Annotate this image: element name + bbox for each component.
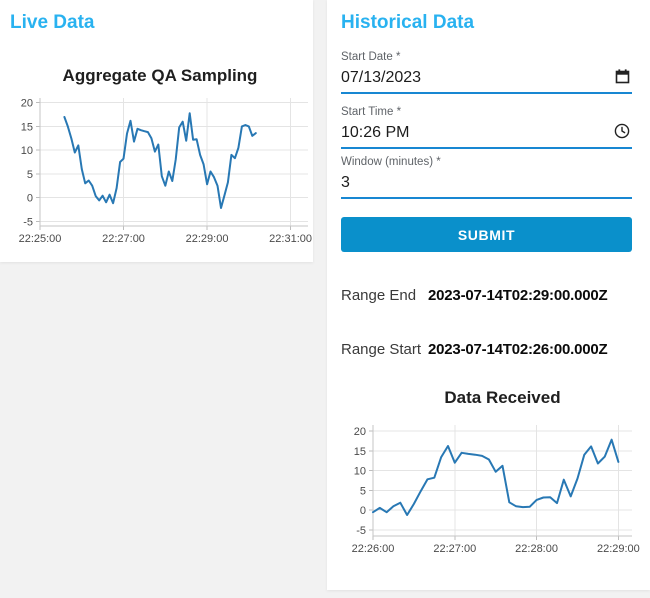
start-date-field: Start Date *	[341, 50, 632, 94]
svg-text:22:31:00: 22:31:00	[269, 233, 312, 245]
svg-text:22:26:00: 22:26:00	[352, 543, 395, 555]
start-date-label: Start Date *	[341, 51, 401, 63]
calendar-icon[interactable]	[615, 69, 630, 84]
historical-data-panel: Historical Data Start Date * Start Time …	[327, 0, 650, 590]
svg-text:-5: -5	[23, 216, 33, 228]
range-start-row: Range Start 2023-07-14T02:26:00.000Z	[341, 341, 608, 358]
range-end-row: Range End 2023-07-14T02:29:00.000Z	[341, 287, 608, 304]
svg-text:5: 5	[27, 169, 33, 181]
svg-text:22:27:00: 22:27:00	[433, 543, 476, 555]
svg-text:20: 20	[354, 426, 366, 438]
svg-text:22:29:00: 22:29:00	[597, 543, 640, 555]
start-time-field: Start Time *	[341, 105, 632, 149]
svg-text:20: 20	[21, 98, 33, 110]
live-chart-title: Aggregate QA Sampling	[62, 66, 258, 85]
historical-data-section-title: Historical Data	[341, 12, 475, 33]
window-minutes-input[interactable]	[341, 174, 601, 192]
live-data-panel: Live Data Aggregate QA Sampling -5 0 5 10 15…	[0, 0, 313, 262]
svg-text:5: 5	[360, 485, 366, 497]
svg-text:22:28:00: 22:28:00	[515, 543, 558, 555]
svg-text:-5: -5	[356, 525, 366, 537]
window-minutes-label: Window (minutes) *	[341, 156, 441, 168]
svg-text:0: 0	[27, 193, 33, 205]
data-received-chart-title: Data Received	[444, 388, 561, 407]
svg-text:10: 10	[354, 466, 366, 478]
submit-button[interactable]: SUBMIT	[341, 217, 632, 252]
range-end-label: Range End	[341, 287, 417, 304]
svg-text:22:27:00: 22:27:00	[102, 233, 145, 245]
range-end-value: 2023-07-14T02:29:00.000Z	[428, 287, 608, 304]
start-date-input[interactable]	[341, 69, 601, 87]
clock-icon[interactable]	[614, 123, 630, 139]
range-start-value: 2023-07-14T02:26:00.000Z	[428, 341, 608, 358]
data-received-chart: -5 0 5 10 15 20 22:26:00 22:27:00 22:28:00 22:29:…	[352, 425, 640, 555]
aggregate-qa-sampling-chart: -5 0 5 10 15 20 22:25:00 22:27:00 22:29:00 22:31:…	[19, 98, 312, 245]
start-time-label: Start Time *	[341, 106, 402, 118]
window-minutes-field: Window (minutes) *	[341, 155, 632, 199]
start-time-input[interactable]	[341, 124, 601, 142]
svg-text:15: 15	[354, 446, 366, 458]
svg-text:22:29:00: 22:29:00	[186, 233, 229, 245]
svg-text:0: 0	[360, 505, 366, 517]
live-data-section-title: Live Data	[10, 12, 95, 33]
svg-text:10: 10	[21, 145, 33, 157]
range-start-label: Range Start	[341, 341, 422, 358]
svg-text:15: 15	[21, 121, 33, 133]
svg-text:22:25:00: 22:25:00	[19, 233, 62, 245]
